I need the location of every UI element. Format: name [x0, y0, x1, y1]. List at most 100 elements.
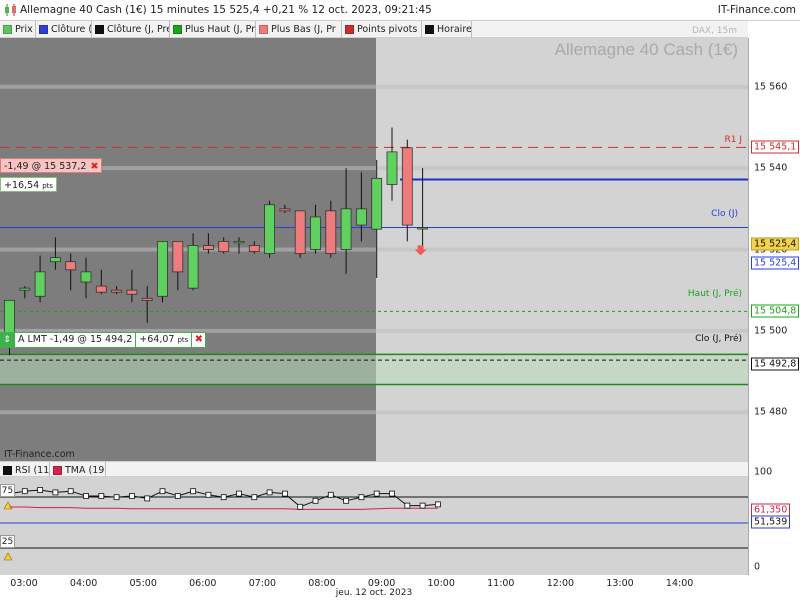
- position-tag[interactable]: -1,49 @ 15 537,2 ✖: [0, 158, 103, 173]
- legend-item[interactable]: Prix: [0, 21, 36, 38]
- legend-swatch: [173, 25, 182, 34]
- clo-pre-label: Clo (J, Pré): [695, 334, 742, 344]
- legend-swatch: [425, 25, 434, 34]
- close-position-icon[interactable]: ✖: [90, 161, 98, 172]
- candle-body-down: [172, 240, 184, 273]
- axis-corner: [748, 21, 800, 38]
- rsi-point: [266, 489, 273, 496]
- candle-body-up: [371, 177, 383, 230]
- rsi-point: [251, 494, 258, 501]
- candle[interactable]: [157, 240, 168, 303]
- position-pnl-unit: pts: [42, 182, 54, 190]
- drag-handle-icon[interactable]: ⇕: [0, 332, 14, 348]
- last-price-label: 15 525,4: [751, 237, 800, 251]
- legend-label: Plus Haut (J, Pr: [185, 24, 256, 35]
- order-zone: [0, 354, 748, 385]
- limit-order-pnl-value: +64,07: [139, 334, 175, 345]
- legend-label: Prix: [15, 24, 33, 35]
- candle-body-down: [65, 261, 77, 271]
- limit-order-pnl-unit: pts: [177, 336, 189, 344]
- rsi-point: [434, 501, 441, 508]
- candle-body-down: [401, 147, 413, 226]
- candle-body-up: [355, 208, 367, 226]
- legend-item[interactable]: Plus Haut (J, Pr: [170, 21, 256, 38]
- candle-body-up: [80, 271, 92, 283]
- legend-item[interactable]: Plus Bas (J, Pr: [256, 21, 342, 38]
- time-tick: 05:00: [129, 578, 157, 589]
- price-tick: 15 560: [754, 81, 788, 93]
- rsi-point: [373, 490, 380, 497]
- candle-body-down: [111, 289, 122, 293]
- cancel-order-icon[interactable]: ✖: [192, 332, 207, 348]
- price-chart[interactable]: [0, 38, 748, 461]
- candle-body-up: [264, 204, 276, 254]
- time-tick: 03:00: [10, 578, 38, 589]
- position-pnl-value: +16,54: [4, 180, 40, 191]
- rsi-point: [190, 488, 197, 495]
- time-tick: 04:00: [69, 578, 98, 589]
- position-label: -1,49 @ 15 537,2: [4, 161, 87, 172]
- legend-label: Plus Bas (J, Pr: [271, 24, 336, 35]
- candle-body-down: [218, 240, 230, 252]
- haut-pre-label: Haut (J, Pré): [687, 289, 742, 299]
- price-axis[interactable]: 15 56015 54015 52015 50015 48015 545,115…: [748, 38, 800, 575]
- date-label: jeu. 12 oct. 2023: [335, 588, 413, 598]
- legend-label: Points pivots (: [357, 24, 422, 35]
- rsi-point: [113, 494, 120, 501]
- time-tick: 07:00: [248, 578, 277, 589]
- time-tick: 09:00: [367, 578, 396, 589]
- candle[interactable]: [294, 210, 306, 258]
- legend-item[interactable]: Horaires: [422, 21, 472, 38]
- limit-order-bar[interactable]: ⇕ A LMT -1,49 @ 15 494,2 +64,07 pts ✖: [0, 332, 207, 348]
- rsi-point: [52, 489, 59, 496]
- candle-body-down: [279, 208, 291, 212]
- rsi-point: [404, 502, 411, 509]
- time-tick: 10:00: [427, 578, 455, 589]
- legend-label: Clôture (J, Pré: [107, 24, 170, 35]
- candle-body-up: [157, 240, 168, 297]
- rsi-last-label: 51,539: [751, 515, 791, 529]
- rsi-tick: 100: [754, 466, 773, 478]
- candle-body-up: [19, 287, 31, 291]
- legend-item[interactable]: Clôture (J, Pré: [92, 21, 170, 38]
- chart-title: Allemagne 40 Cash (1€) 15 minutes 15 525…: [20, 4, 432, 16]
- candle-body-down: [248, 245, 260, 252]
- legend-label: Horaires: [437, 24, 472, 35]
- clo-pre-price-label: 15 492,8: [751, 357, 800, 371]
- candle[interactable]: [264, 200, 276, 258]
- candle-body-up: [233, 240, 245, 244]
- haut-pre-price-label: 15 504,8: [751, 304, 800, 318]
- rsi-point: [419, 502, 426, 509]
- legend-item[interactable]: Points pivots (: [342, 21, 422, 38]
- time-tick: 08:00: [308, 578, 336, 589]
- price-tick: 15 480: [754, 406, 788, 418]
- legend-item[interactable]: Clôture (J: [36, 21, 92, 38]
- clo-label: Clo (J): [711, 209, 738, 219]
- time-tick: 14:00: [665, 578, 694, 589]
- rsi-point: [343, 497, 350, 504]
- candle-body-down: [202, 245, 214, 250]
- time-axis[interactable]: jeu. 12 oct. 2023 03:00 04:00 05:00 06:00 07…: [0, 575, 748, 600]
- rsi-point: [205, 491, 212, 498]
- legend-swatch: [259, 25, 268, 34]
- title-bar: Allemagne 40 Cash (1€) 15 minutes 15 525…: [0, 0, 800, 21]
- brand-label[interactable]: IT-Finance.com: [718, 4, 796, 16]
- rsi-upper-level: 75: [0, 484, 15, 497]
- candle-body-down: [325, 210, 337, 254]
- watermark-sub: DAX, 15m: [691, 26, 737, 36]
- legend-swatch: [95, 25, 104, 34]
- legend-swatch: [53, 466, 62, 475]
- candle-body-up: [386, 151, 398, 185]
- rsi-point: [297, 503, 304, 510]
- legend-swatch: [345, 25, 354, 34]
- indicator-legend-label: RSI (11: [15, 465, 50, 476]
- rsi-point: [159, 488, 166, 495]
- rsi-point: [236, 490, 242, 497]
- candle-body-up: [417, 227, 429, 230]
- time-tick: 06:00: [189, 578, 217, 589]
- rsi-chart[interactable]: [0, 477, 748, 575]
- watermark-instrument: Allemagne 40 Cash (1€): [554, 40, 738, 59]
- rsi-lower-level: 25: [0, 535, 15, 548]
- rsi-point: [220, 494, 227, 501]
- indicator-legend-label: TMA (19): [65, 465, 106, 476]
